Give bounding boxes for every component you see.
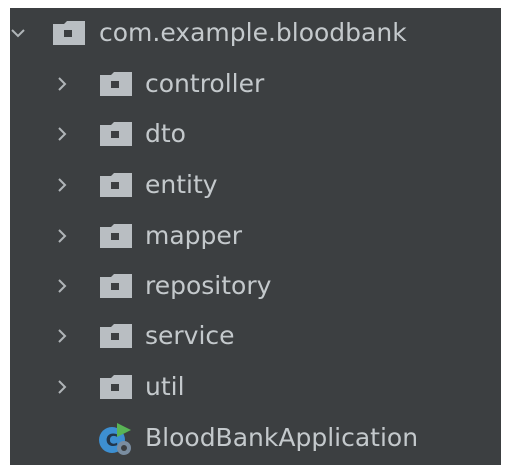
chevron-right-icon[interactable] — [50, 324, 74, 348]
tree-item-label: com.example.bloodbank — [99, 18, 407, 47]
tree-item-label: repository — [145, 271, 272, 300]
tree-item-root-package[interactable]: com.example.bloodbank — [10, 10, 501, 56]
tree-item-service[interactable]: service — [10, 313, 501, 359]
spring-boot-application-icon: C — [99, 423, 131, 455]
tree-item-controller[interactable]: controller — [10, 61, 501, 107]
tree-item-label: mapper — [145, 221, 243, 250]
package-folder-icon — [53, 21, 85, 45]
package-folder-icon — [100, 324, 132, 348]
tree-item-label: BloodBankApplication — [145, 423, 419, 452]
package-folder-icon — [100, 122, 132, 146]
chevron-right-icon[interactable] — [50, 274, 74, 298]
tree-item-main-class[interactable]: C BloodBankApplication — [10, 415, 501, 461]
tree-item-label: util — [145, 372, 185, 401]
chevron-right-icon[interactable] — [50, 173, 74, 197]
tree-item-label: service — [145, 321, 235, 350]
tree-item-mapper[interactable]: mapper — [10, 213, 501, 259]
project-tree-panel: com.example.bloodbank controller dto ent… — [10, 8, 501, 465]
tree-item-label: entity — [145, 170, 218, 199]
chevron-right-icon[interactable] — [50, 375, 74, 399]
chevron-down-icon[interactable] — [10, 21, 30, 45]
chevron-right-icon[interactable] — [50, 72, 74, 96]
tree-item-entity[interactable]: entity — [10, 162, 501, 208]
tree-item-dto[interactable]: dto — [10, 111, 501, 157]
package-folder-icon — [100, 72, 132, 96]
package-folder-icon — [100, 173, 132, 197]
package-folder-icon — [100, 375, 132, 399]
tree-item-util[interactable]: util — [10, 364, 501, 410]
svg-text:C: C — [106, 431, 118, 451]
tree-item-label: dto — [145, 119, 186, 148]
tree-item-label: controller — [145, 69, 265, 98]
package-folder-icon — [100, 274, 132, 298]
chevron-right-icon[interactable] — [50, 224, 74, 248]
tree-item-repository[interactable]: repository — [10, 263, 501, 309]
screenshot-frame: com.example.bloodbank controller dto ent… — [0, 0, 509, 473]
package-folder-icon — [100, 224, 132, 248]
chevron-right-icon[interactable] — [50, 122, 74, 146]
